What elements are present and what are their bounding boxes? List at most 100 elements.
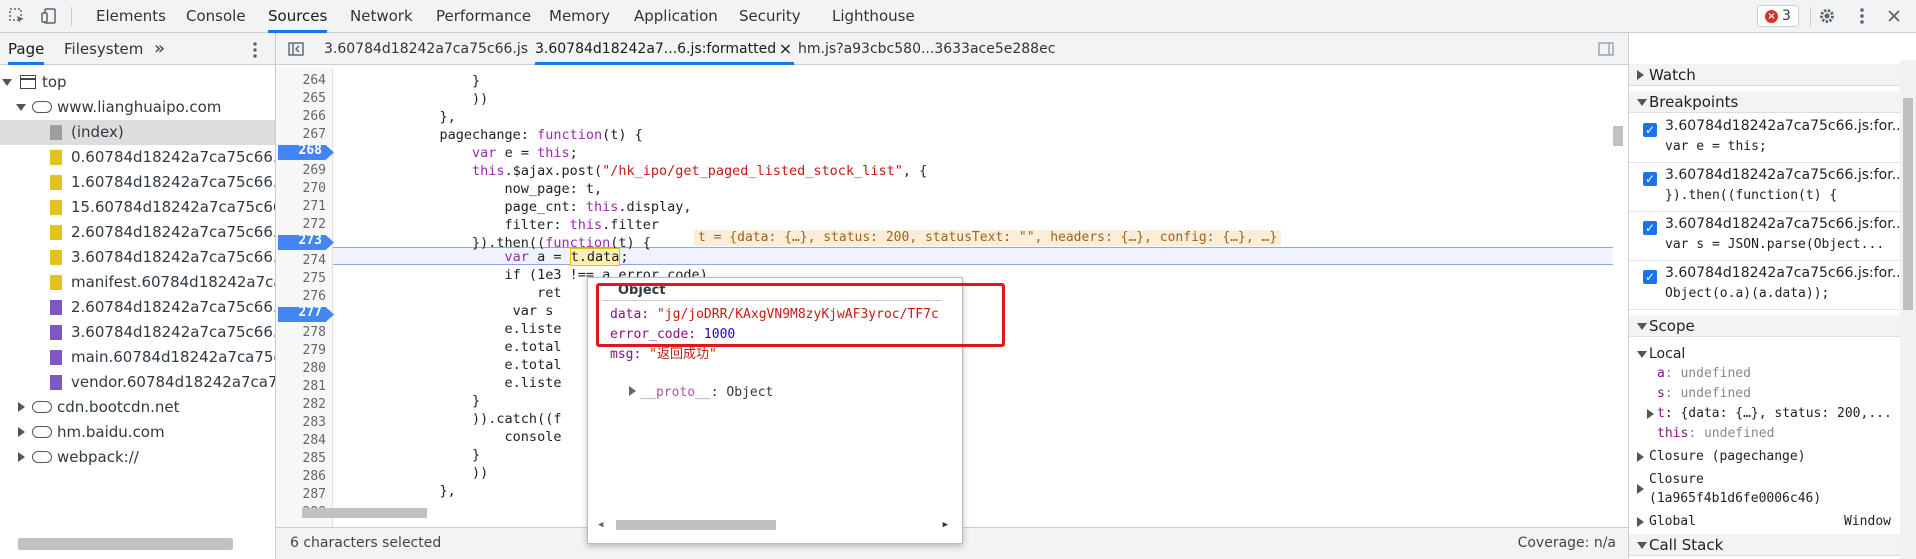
collapse-arrow-icon[interactable] <box>18 452 25 462</box>
expand-arrow-icon[interactable] <box>1637 351 1647 358</box>
code-line[interactable]: console <box>342 428 562 446</box>
line-number[interactable]: 271 <box>276 198 326 216</box>
watch-section-header[interactable]: Watch <box>1629 64 1903 86</box>
collapse-arrow-icon[interactable] <box>1637 70 1644 80</box>
settings-gear-icon[interactable] <box>1816 6 1838 26</box>
tree-file-js[interactable]: 0.60784d18242a7ca75c66.js <box>0 145 275 170</box>
code-line[interactable]: } <box>342 72 480 90</box>
line-number[interactable]: 275 <box>276 270 326 288</box>
tab-memory[interactable]: Memory <box>549 0 610 33</box>
line-number[interactable]: 272 <box>276 216 326 234</box>
expand-arrow-icon[interactable] <box>629 386 637 396</box>
tab-console[interactable]: Console <box>186 0 246 33</box>
editor-tab-source-file[interactable]: 3.60784d18242a7ca75c66.js <box>324 33 528 65</box>
code-line[interactable]: e.total <box>342 356 562 374</box>
code-line[interactable]: pagechange: function(t) { <box>342 126 643 144</box>
code-line[interactable]: )).catch((f <box>342 410 561 428</box>
breakpoint-marker[interactable]: 273 <box>278 235 334 250</box>
breakpoint-item[interactable]: ✓ 3.60784d18242a7ca75c66.js:for... Objec… <box>1629 262 1905 310</box>
call-stack-section-header[interactable]: Call Stack <box>1629 534 1903 556</box>
tab-page[interactable]: Page <box>8 33 45 65</box>
expand-arrow-icon[interactable] <box>1637 517 1644 527</box>
sidebar-vertical-scrollbar[interactable] <box>1900 60 1916 559</box>
close-devtools-icon[interactable] <box>1883 6 1905 26</box>
tree-domain-webpack[interactable]: webpack:// <box>0 445 275 470</box>
tree-file-index[interactable]: (index) <box>0 120 275 145</box>
tab-application[interactable]: Application <box>634 0 718 33</box>
property-msg[interactable]: msg: "返回成功" <box>610 346 717 364</box>
tree-file-css[interactable]: 2.60784d18242a7ca75c66.css <box>0 295 275 320</box>
line-number[interactable]: 274 <box>276 252 326 270</box>
toggle-navigator-icon[interactable] <box>288 33 304 65</box>
line-number[interactable]: 267 <box>276 126 326 144</box>
code-line[interactable]: this.$ajax.post("/hk_ipo/get_paged_liste… <box>342 162 927 180</box>
property-proto[interactable]: __proto__: Object <box>598 366 773 400</box>
code-line[interactable]: e.liste <box>342 320 562 338</box>
tree-file-css[interactable]: vendor.60784d18242a7ca75c6 <box>0 370 275 395</box>
tab-elements[interactable]: Elements <box>96 0 166 33</box>
breakpoint-item[interactable]: ✓ 3.60784d18242a7ca75c66.js:for... var s… <box>1629 213 1905 261</box>
tab-security[interactable]: Security <box>739 0 801 33</box>
line-number[interactable]: 280 <box>276 360 326 378</box>
code-line[interactable]: now_page: t, <box>342 180 603 198</box>
line-number[interactable]: 276 <box>276 288 326 306</box>
error-count-badge[interactable]: × 3 <box>1757 5 1799 27</box>
breakpoint-checkbox[interactable]: ✓ <box>1643 172 1657 186</box>
scope-variable[interactable]: this: undefined <box>1657 424 1774 444</box>
line-number[interactable]: 265 <box>276 90 326 108</box>
tree-domain-baidu[interactable]: hm.baidu.com <box>0 420 275 445</box>
coverage-status[interactable]: Coverage: n/a <box>1518 528 1616 558</box>
line-number[interactable]: 281 <box>276 378 326 396</box>
toggle-debugger-icon[interactable] <box>1598 33 1614 65</box>
code-line[interactable]: var e = this; <box>342 144 578 162</box>
code-line[interactable]: }, <box>342 482 456 500</box>
code-line-paused[interactable]: var a = t.data; <box>342 248 629 266</box>
device-toolbar-icon[interactable] <box>38 6 60 26</box>
scope-variable[interactable]: a: undefined <box>1657 364 1751 384</box>
scope-global[interactable]: Global Window <box>1637 512 1891 532</box>
expand-arrow-icon[interactable] <box>1637 484 1644 494</box>
line-number[interactable]: 285 <box>276 450 326 468</box>
line-number[interactable]: 269 <box>276 162 326 180</box>
collapse-arrow-icon[interactable] <box>18 427 25 437</box>
line-number[interactable]: 279 <box>276 342 326 360</box>
breakpoint-marker[interactable]: 268 <box>278 145 334 160</box>
tree-file-js[interactable]: 3.60784d18242a7ca75c66.js <box>0 245 275 270</box>
popover-horizontal-scrollbar[interactable]: ◀ ▶ <box>598 518 948 532</box>
breakpoint-checkbox[interactable]: ✓ <box>1643 221 1657 235</box>
tab-sources[interactable]: Sources <box>268 0 328 33</box>
code-line[interactable]: page_cnt: this.display, <box>342 198 692 216</box>
tree-domain-bootcdn[interactable]: cdn.bootcdn.net <box>0 395 275 420</box>
breakpoint-checkbox[interactable]: ✓ <box>1643 123 1657 137</box>
scope-variable[interactable]: s: undefined <box>1657 384 1751 404</box>
inspect-element-icon[interactable] <box>6 6 28 26</box>
line-number[interactable]: 278 <box>276 324 326 342</box>
editor-tab-formatted-file[interactable]: 3.60784d18242a7...6.js:formatted × <box>535 33 795 65</box>
scope-closure-pagechange[interactable]: Closure (pagechange) <box>1637 447 1806 467</box>
collapse-arrow-icon[interactable] <box>18 402 25 412</box>
code-line[interactable]: }, <box>342 108 456 126</box>
breakpoint-item[interactable]: ✓ 3.60784d18242a7ca75c66.js:for... }).th… <box>1629 164 1905 212</box>
editor-vertical-scrollbar[interactable] <box>1611 68 1625 518</box>
line-number[interactable]: 286 <box>276 468 326 486</box>
line-number[interactable]: 282 <box>276 396 326 414</box>
tree-frame-top[interactable]: top <box>0 70 275 95</box>
expand-arrow-icon[interactable] <box>2 79 12 86</box>
tab-network[interactable]: Network <box>350 0 413 33</box>
tab-lighthouse[interactable]: Lighthouse <box>832 0 915 33</box>
editor-tab-hm-js[interactable]: hm.js?a93cbc580...3633ace5e288ec <box>798 33 1055 65</box>
tree-file-js[interactable]: 2.60784d18242a7ca75c66.js <box>0 220 275 245</box>
line-number[interactable]: 264 <box>276 72 326 90</box>
code-line[interactable]: ret <box>342 284 561 302</box>
tree-file-css[interactable]: 3.60784d18242a7ca75c66.css <box>0 320 275 345</box>
scope-variable[interactable]: t: {data: {…}, status: 200,... <box>1647 404 1892 424</box>
line-number-gutter[interactable]: 264 265 266 267 268 269 270 271 272 273 … <box>276 68 334 528</box>
tree-file-js[interactable]: 15.60784d18242a7ca75c66.js <box>0 195 275 220</box>
tree-file-js[interactable]: manifest.60784d18242a7ca75c <box>0 270 275 295</box>
tree-file-css[interactable]: main.60784d18242a7ca75c66.c <box>0 345 275 370</box>
code-line[interactable]: } <box>342 446 480 464</box>
more-options-icon[interactable] <box>1851 6 1873 26</box>
line-number[interactable]: 287 <box>276 486 326 504</box>
line-number[interactable]: 284 <box>276 432 326 450</box>
navigator-horizontal-scrollbar[interactable] <box>18 538 233 550</box>
